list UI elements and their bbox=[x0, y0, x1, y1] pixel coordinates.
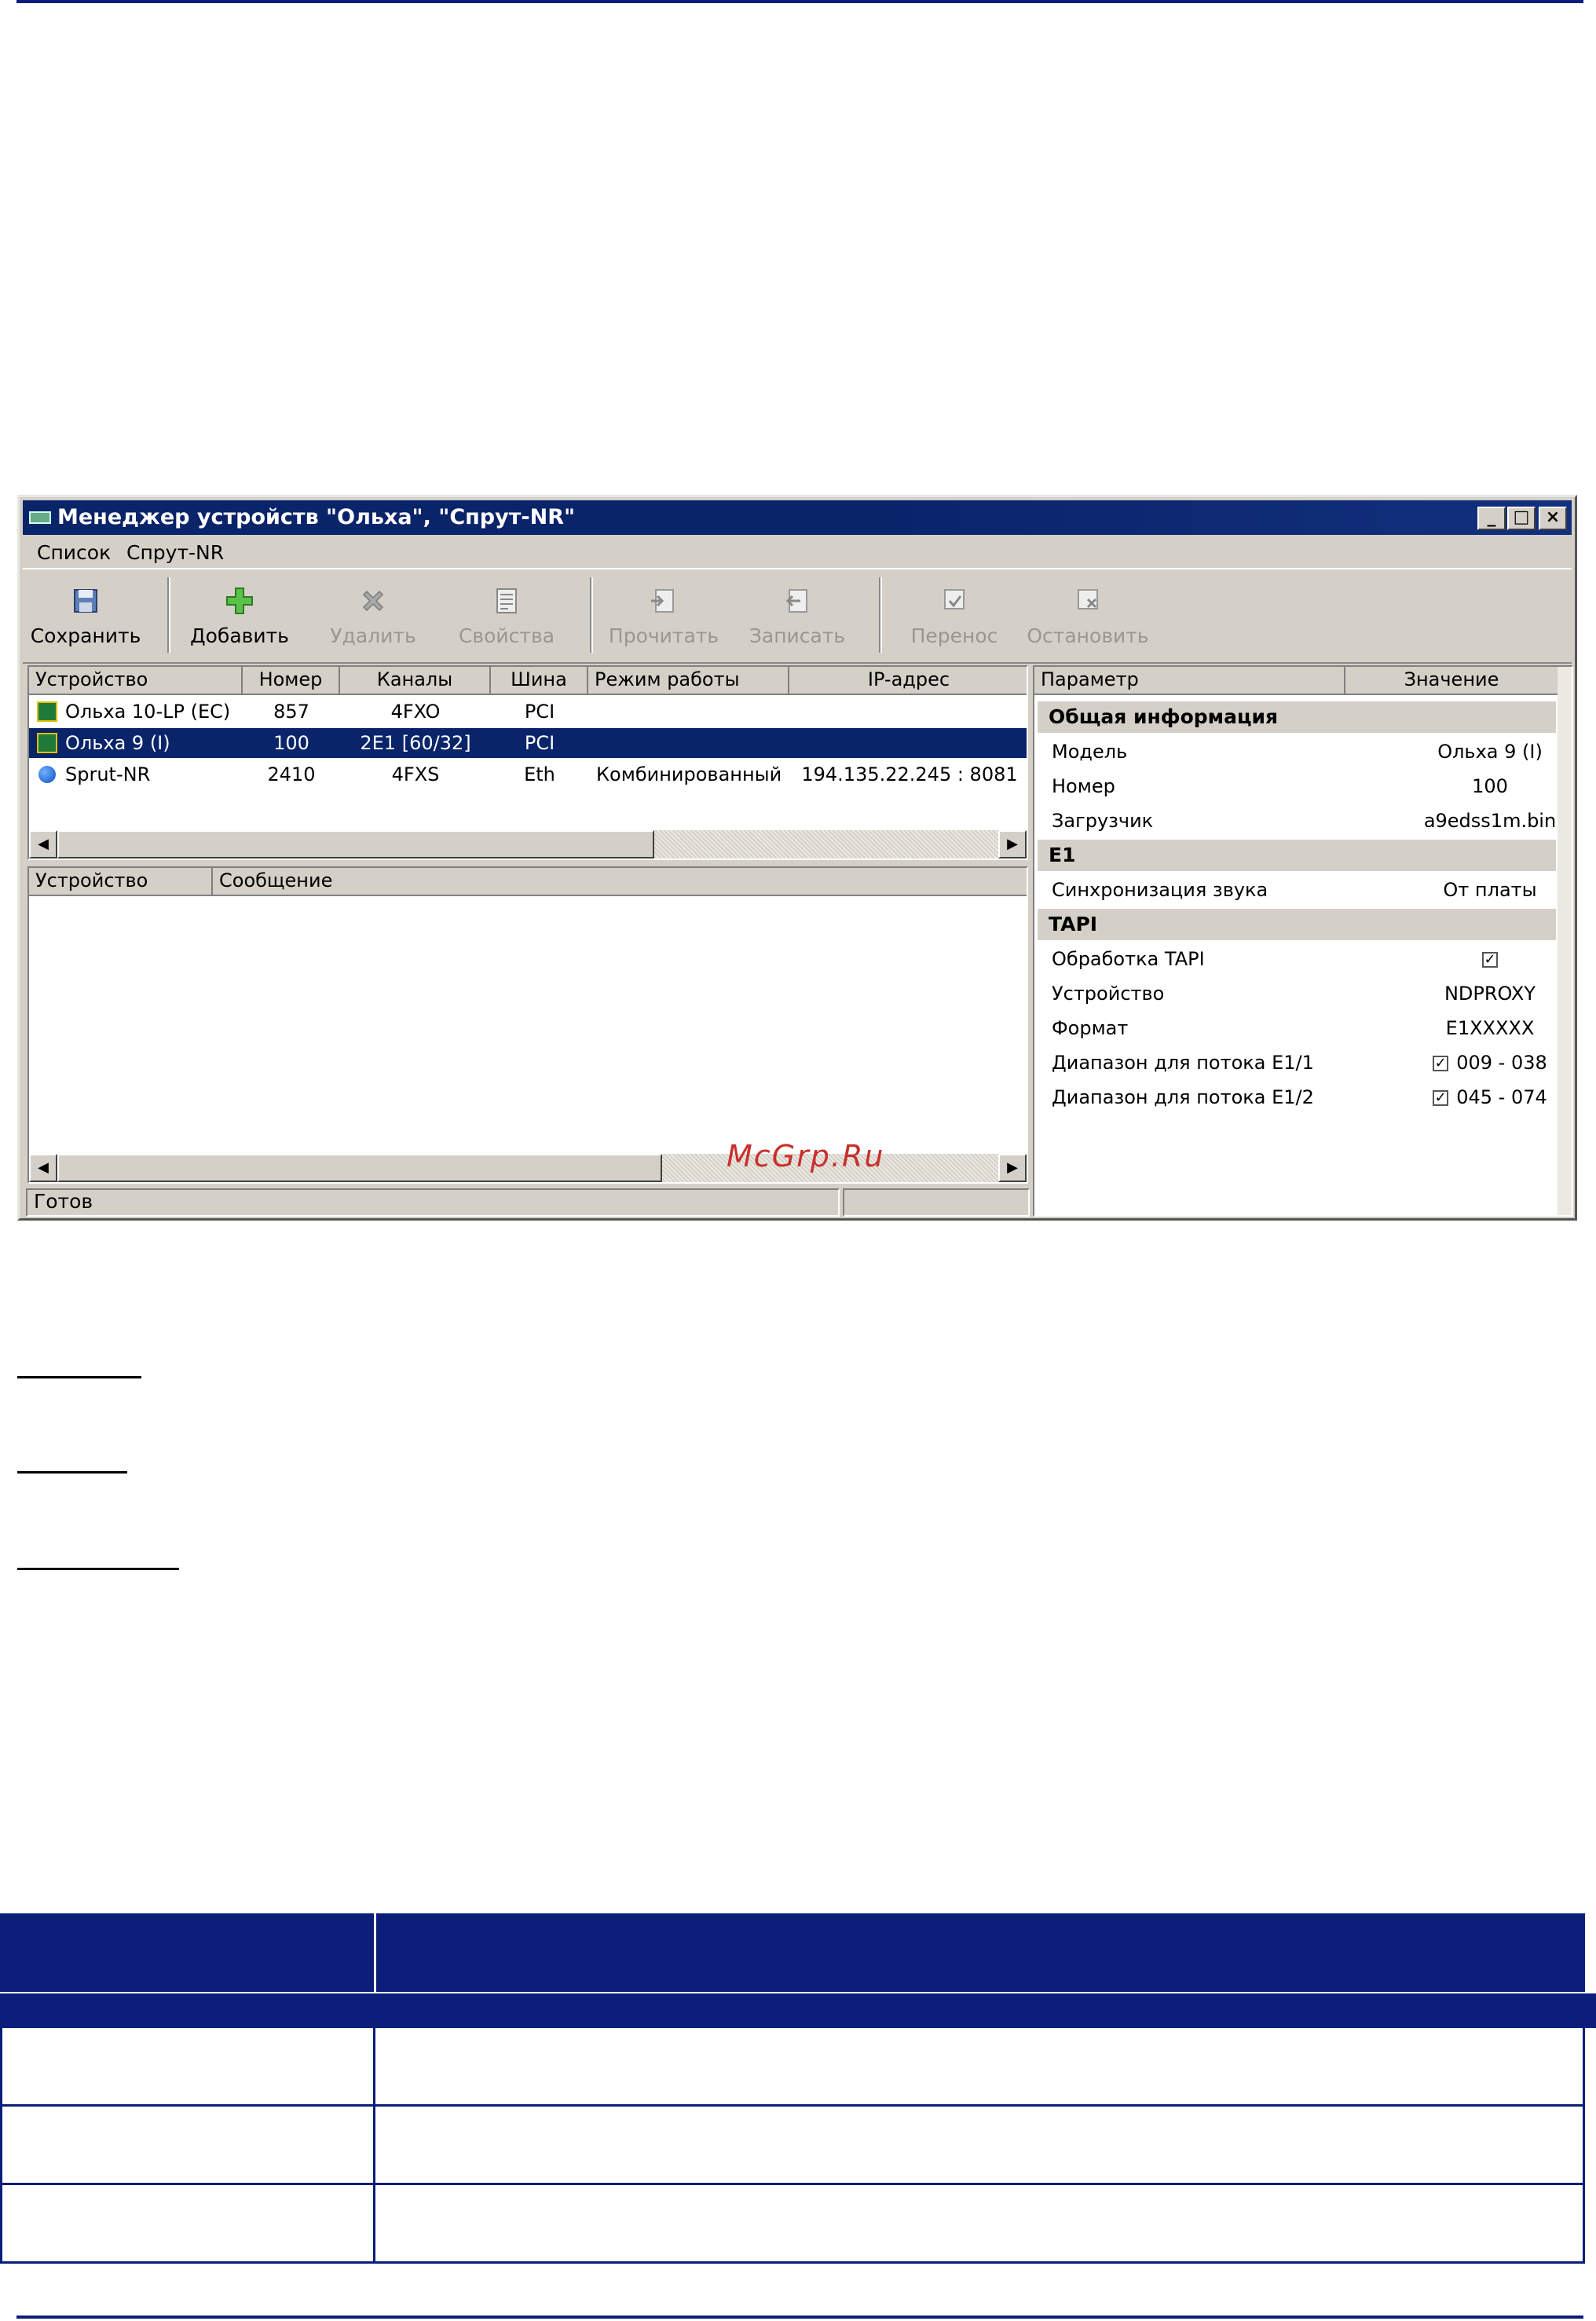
col-msg-device[interactable]: Устройство bbox=[29, 868, 213, 896]
add-icon bbox=[224, 585, 255, 617]
text-underline bbox=[17, 1568, 179, 1570]
bottom-rule bbox=[16, 2316, 1583, 2319]
add-button[interactable]: Добавить bbox=[177, 573, 302, 657]
table-row bbox=[0, 2185, 1585, 2264]
top-rule bbox=[16, 0, 1583, 3]
menu-list[interactable]: Список bbox=[37, 541, 111, 564]
device-row-selected[interactable]: Ольха 9 (I) 100 2E1 [60/32] PCI bbox=[29, 728, 1027, 758]
scroll-thumb[interactable] bbox=[57, 830, 654, 858]
scroll-left-icon[interactable]: ◀ bbox=[29, 1154, 57, 1182]
table-row bbox=[0, 2028, 1585, 2107]
section-e1[interactable]: E1 bbox=[1038, 840, 1556, 871]
status-bar: Готов bbox=[23, 1188, 1033, 1217]
delete-icon bbox=[357, 585, 389, 617]
col-message[interactable]: Сообщение bbox=[213, 868, 1027, 896]
minimize-button[interactable]: _ bbox=[1477, 507, 1506, 530]
menu-sprut-nr[interactable]: Спрут-NR bbox=[126, 541, 224, 564]
device-row[interactable]: Ольха 10-LP (EC) 857 4FXO PCI bbox=[29, 697, 1027, 727]
col-bus[interactable]: Шина bbox=[491, 667, 588, 695]
col-parameter[interactable]: Параметр bbox=[1034, 667, 1345, 695]
delete-button[interactable]: Удалить bbox=[310, 573, 436, 657]
toolbar-separator bbox=[590, 577, 593, 653]
app-icon bbox=[29, 511, 51, 524]
range-e1-1[interactable]: ✓ 009 - 038 bbox=[1372, 1047, 1572, 1078]
tapi-checkbox[interactable]: ✓ bbox=[1372, 943, 1572, 975]
read-button[interactable]: Прочитать bbox=[601, 573, 727, 657]
device-manager-window: Менеджер устройств "Ольха", "Спрут-NR" _… bbox=[17, 495, 1577, 1221]
stop-button[interactable]: Остановить bbox=[1025, 573, 1151, 657]
col-value[interactable]: Значение bbox=[1345, 667, 1559, 695]
text-underline bbox=[17, 1471, 127, 1474]
col-channels[interactable]: Каналы bbox=[340, 667, 491, 695]
col-number[interactable]: Номер bbox=[243, 667, 340, 695]
save-button[interactable]: Сохранить bbox=[23, 573, 148, 657]
device-row[interactable]: Sprut-NR 2410 4FXS Eth Комбинированный 1… bbox=[29, 760, 1027, 789]
range-e1-2[interactable]: ✓ 045 - 074 bbox=[1372, 1082, 1572, 1113]
close-button[interactable]: × bbox=[1539, 507, 1567, 530]
device-list: Устройство Номер Каналы Шина Режим работ… bbox=[27, 665, 1028, 860]
board-icon bbox=[37, 701, 57, 722]
checkbox-checked-icon[interactable]: ✓ bbox=[1482, 952, 1498, 968]
write-icon bbox=[782, 585, 813, 617]
properties-icon bbox=[491, 585, 522, 617]
properties-button[interactable]: Свойства bbox=[444, 573, 569, 657]
checkbox-checked-icon[interactable]: ✓ bbox=[1433, 1056, 1449, 1071]
properties-panel: Параметр Значение Общая информация Модел… bbox=[1033, 665, 1573, 1217]
maximize-button[interactable]: □ bbox=[1507, 507, 1536, 530]
table-row bbox=[0, 2107, 1585, 2185]
window-title: Менеджер устройств "Ольха", "Спрут-NR" bbox=[57, 505, 576, 529]
menu-bar: Список Спрут-NR bbox=[23, 536, 1572, 566]
board-icon bbox=[37, 733, 57, 753]
toolbar-separator bbox=[167, 577, 170, 653]
scroll-right-icon[interactable]: ▶ bbox=[998, 1154, 1027, 1182]
title-bar[interactable]: Менеджер устройств "Ольха", "Спрут-NR" _… bbox=[23, 500, 1572, 535]
toolbar-separator bbox=[879, 577, 882, 653]
write-button[interactable]: Записать bbox=[734, 573, 860, 657]
table-header bbox=[0, 1913, 1585, 1992]
stop-icon bbox=[1072, 585, 1104, 617]
network-icon bbox=[38, 766, 56, 783]
status-extra bbox=[843, 1188, 1030, 1217]
messages-list: Устройство Сообщение ◀ ▶ bbox=[27, 866, 1028, 1184]
status-text: Готов bbox=[26, 1188, 840, 1217]
table-section-band bbox=[0, 1993, 1596, 2028]
save-icon bbox=[70, 585, 101, 617]
watermark: McGrp.Ru bbox=[727, 1139, 885, 1173]
transfer-icon bbox=[939, 585, 970, 617]
scroll-right-icon[interactable]: ▶ bbox=[998, 830, 1027, 858]
text-underline bbox=[17, 1376, 141, 1378]
scroll-thumb[interactable] bbox=[57, 1154, 662, 1182]
col-device[interactable]: Устройство bbox=[29, 667, 243, 695]
device-list-hscrollbar[interactable]: ◀ ▶ bbox=[29, 830, 1027, 858]
toolbar: Сохранить Добавить Удалить Свойства Проч… bbox=[23, 568, 1572, 664]
checkbox-checked-icon[interactable]: ✓ bbox=[1433, 1090, 1449, 1106]
read-icon bbox=[648, 585, 679, 617]
col-ip[interactable]: IP-адрес bbox=[789, 667, 1027, 695]
col-mode[interactable]: Режим работы bbox=[588, 667, 789, 695]
scroll-left-icon[interactable]: ◀ bbox=[29, 830, 57, 858]
section-tapi[interactable]: TAPI bbox=[1038, 909, 1556, 940]
section-general[interactable]: Общая информация bbox=[1038, 701, 1556, 733]
transfer-button[interactable]: Перенос bbox=[891, 573, 1017, 657]
